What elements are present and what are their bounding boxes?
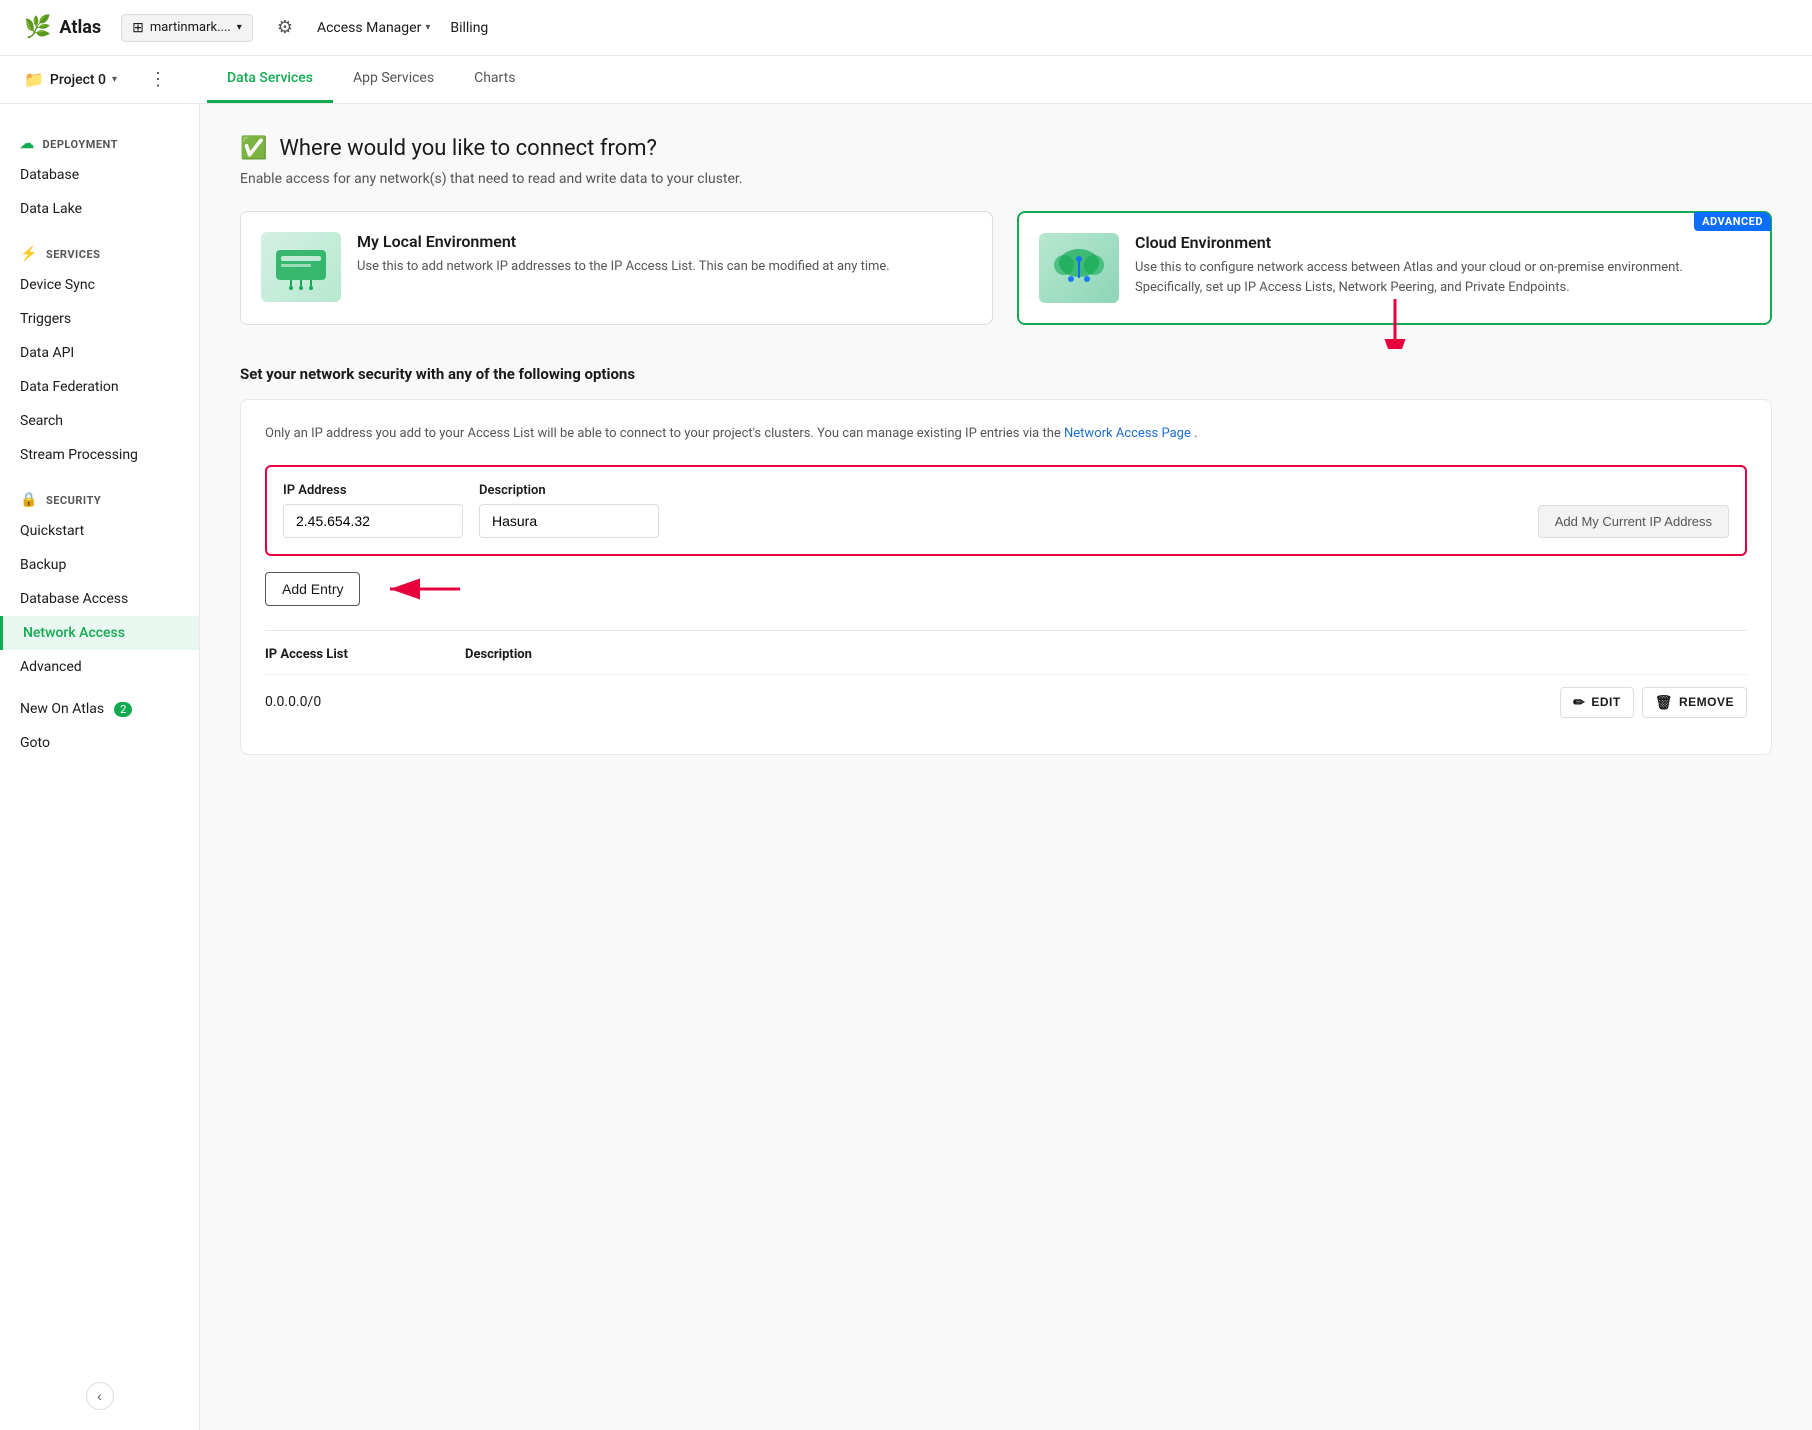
sidebar-item-database-access[interactable]: Database Access <box>0 582 199 616</box>
tab-app-services[interactable]: App Services <box>333 56 454 103</box>
red-arrow-add-entry <box>380 574 460 604</box>
local-env-desc: Use this to add network IP addresses to … <box>357 257 890 277</box>
logo-text: Atlas <box>59 17 101 38</box>
top-navigation: 🌿 Atlas ⊞ martinmark.... ▾ ⚙ Access Mana… <box>0 0 1812 56</box>
sidebar-item-triggers[interactable]: Triggers <box>0 302 199 336</box>
page-title: Where would you like to connect from? <box>279 136 657 161</box>
access-manager-dropdown-icon: ▾ <box>425 22 430 33</box>
ip-address-field: IP Address <box>283 483 463 538</box>
sidebar-item-database[interactable]: Database <box>0 158 199 192</box>
gear-icon: ⚙ <box>277 17 293 37</box>
sidebar-item-data-lake[interactable]: Data Lake <box>0 192 199 226</box>
new-on-atlas-badge: 2 <box>114 702 132 717</box>
project-dropdown-arrow: ▾ <box>112 74 117 85</box>
project-selector[interactable]: 📁 Project 0 ▾ <box>24 70 117 89</box>
local-env-image <box>261 232 341 302</box>
org-grid-icon: ⊞ <box>132 20 144 36</box>
main-layout: ☁ DEPLOYMENT Database Data Lake ⚡ SERVIC… <box>0 104 1812 1430</box>
deployment-icon: ☁ <box>20 136 35 152</box>
network-options-box: Only an IP address you add to your Acces… <box>240 399 1772 755</box>
org-name: martinmark.... <box>150 20 231 35</box>
network-section-title: Set your network security with any of th… <box>240 365 1772 383</box>
section-divider <box>265 630 1747 631</box>
sidebar: ☁ DEPLOYMENT Database Data Lake ⚡ SERVIC… <box>0 104 200 1430</box>
gear-button[interactable]: ⚙ <box>273 13 297 42</box>
sidebar-section-deployment: ☁ DEPLOYMENT <box>0 124 199 158</box>
sidebar-item-device-sync[interactable]: Device Sync <box>0 268 199 302</box>
sidebar-item-search[interactable]: Search <box>0 404 199 438</box>
sidebar-item-data-federation[interactable]: Data Federation <box>0 370 199 404</box>
env-cards-container: My Local Environment Use this to add net… <box>240 211 1772 325</box>
sidebar-item-stream-processing[interactable]: Stream Processing <box>0 438 199 472</box>
tab-charts[interactable]: Charts <box>454 56 535 103</box>
billing-link[interactable]: Billing <box>450 20 488 36</box>
cloud-env-illustration <box>1049 243 1109 293</box>
logo-leaf-icon: 🌿 <box>24 15 51 40</box>
table-header: IP Access List Description <box>265 647 1747 662</box>
trash-icon: 🗑 <box>1655 694 1673 711</box>
cloud-env-title: Cloud Environment <box>1135 233 1750 252</box>
atlas-logo: 🌿 Atlas <box>24 15 101 40</box>
table-row-actions: ✏ EDIT 🗑 REMOVE <box>1560 687 1747 718</box>
cloud-env-desc: Use this to configure network access bet… <box>1135 258 1750 297</box>
ip-list-column-header: IP Access List <box>265 647 465 662</box>
remove-button[interactable]: 🗑 REMOVE <box>1642 687 1747 718</box>
org-dropdown-arrow: ▾ <box>237 22 242 33</box>
security-lock-icon: 🔒 <box>20 492 38 508</box>
local-env-title: My Local Environment <box>357 232 890 251</box>
cloud-env-content: Cloud Environment Use this to configure … <box>1135 233 1750 303</box>
org-selector[interactable]: ⊞ martinmark.... ▾ <box>121 14 253 42</box>
info-text: Only an IP address you add to your Acces… <box>265 424 1747 445</box>
add-entry-button[interactable]: Add Entry <box>265 572 360 606</box>
sidebar-collapse-area: ‹ <box>0 1382 199 1410</box>
ip-address-input[interactable] <box>283 504 463 538</box>
ip-address-label: IP Address <box>283 483 463 498</box>
project-more-options[interactable]: ⋮ <box>141 65 175 94</box>
project-tabs: Data Services App Services Charts <box>207 56 535 103</box>
sidebar-collapse-button[interactable]: ‹ <box>86 1382 114 1410</box>
sidebar-section-security: 🔒 SECURITY <box>0 480 199 514</box>
red-arrow-card <box>1375 299 1415 349</box>
services-icon: ⚡ <box>20 246 38 262</box>
sidebar-item-network-access[interactable]: Network Access <box>0 616 199 650</box>
sidebar-item-quickstart[interactable]: Quickstart <box>0 514 199 548</box>
table-row: 0.0.0.0/0 ✏ EDIT 🗑 REMOVE <box>265 674 1747 730</box>
description-input[interactable] <box>479 504 659 538</box>
page-header: ✅ Where would you like to connect from? <box>240 136 1772 161</box>
page-subtitle: Enable access for any network(s) that ne… <box>240 171 1772 187</box>
network-access-page-link[interactable]: Network Access Page <box>1064 426 1194 441</box>
sidebar-item-goto[interactable]: Goto <box>0 726 199 760</box>
description-field: Description <box>479 483 659 538</box>
description-label: Description <box>479 483 659 498</box>
sidebar-item-data-api[interactable]: Data API <box>0 336 199 370</box>
description-column-header: Description <box>465 647 1747 662</box>
sidebar-item-backup[interactable]: Backup <box>0 548 199 582</box>
main-content: ✅ Where would you like to connect from? … <box>200 104 1812 1430</box>
tab-data-services[interactable]: Data Services <box>207 56 333 103</box>
sidebar-section-services: ⚡ SERVICES <box>0 234 199 268</box>
cloud-env-card[interactable]: ADVANCED <box>1017 211 1772 325</box>
ip-cell: 0.0.0.0/0 <box>265 694 465 710</box>
project-folder-icon: 📁 <box>24 70 44 89</box>
ip-form-section: IP Address Description Add My Current IP… <box>265 465 1747 556</box>
cloud-env-image <box>1039 233 1119 303</box>
local-env-illustration <box>271 242 331 292</box>
local-env-card[interactable]: My Local Environment Use this to add net… <box>240 211 993 325</box>
sidebar-item-advanced[interactable]: Advanced <box>0 650 199 684</box>
access-manager-link[interactable]: Access Manager ▾ <box>317 20 430 36</box>
access-manager-label: Access Manager <box>317 20 421 36</box>
project-name: Project 0 <box>50 72 106 88</box>
edit-button[interactable]: ✏ EDIT <box>1560 687 1634 718</box>
local-env-content: My Local Environment Use this to add net… <box>357 232 890 304</box>
advanced-badge: ADVANCED <box>1694 212 1771 231</box>
chevron-left-icon: ‹ <box>97 1388 102 1404</box>
sidebar-item-new-on-atlas[interactable]: New On Atlas 2 <box>0 692 199 726</box>
check-circle-icon: ✅ <box>240 136 267 161</box>
add-entry-row: Add Entry <box>265 572 1747 606</box>
project-bar: 📁 Project 0 ▾ ⋮ Data Services App Servic… <box>0 56 1812 104</box>
edit-pencil-icon: ✏ <box>1573 694 1585 711</box>
add-current-ip-button[interactable]: Add My Current IP Address <box>1538 505 1729 538</box>
